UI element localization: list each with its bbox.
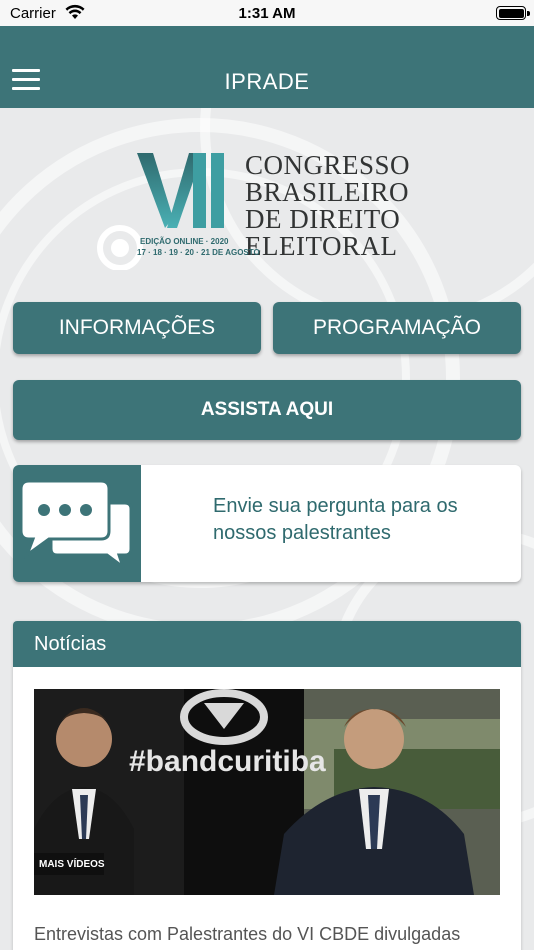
question-icon-container: [13, 465, 141, 582]
news-header: Notícias: [13, 621, 521, 667]
navigation-bar: IPRADE: [0, 26, 534, 108]
logo-edition: EDIÇÃO ONLINE · 2020: [140, 237, 229, 246]
chat-bubbles-icon: [19, 479, 133, 572]
ask-question-card[interactable]: Envie sua pergunta para os nossos palest…: [13, 465, 521, 582]
news-thumbnail[interactable]: #bandcuritiba MAIS VÍDEOS: [34, 689, 500, 895]
more-videos-badge: MAIS VÍDEOS: [39, 859, 105, 870]
program-button[interactable]: PROGRAMAÇÃO: [273, 302, 521, 354]
logo-title: CONGRESSO BRASILEIRO DE DIREITO ELEITORA…: [245, 152, 410, 260]
status-bar: Carrier 1:31 AM: [0, 0, 534, 26]
logo-line: DE DIREITO: [245, 204, 401, 234]
question-prompt: Envie sua pergunta para os nossos palest…: [213, 495, 458, 544]
logo-line: BRASILEIRO: [245, 177, 410, 207]
congress-logo: CONGRESSO BRASILEIRO DE DIREITO ELEITORA…: [95, 140, 415, 270]
news-item-title[interactable]: Entrevistas com Palestrantes do VI CBDE …: [34, 924, 460, 945]
clock: 1:31 AM: [238, 5, 296, 22]
battery-icon: [496, 6, 530, 20]
news-image-text: #bandcuritiba: [129, 745, 326, 778]
page-title: IPRADE: [224, 69, 310, 94]
news-section: Notícias #bandcuritiba MAIS VÍDEOS Entre…: [13, 621, 521, 950]
logo-dates: 17 · 18 · 19 · 20 · 21 DE AGOSTO: [137, 248, 260, 257]
info-button[interactable]: INFORMAÇÕES: [13, 302, 261, 354]
news-header-title: Notícias: [34, 633, 107, 655]
logo-line: CONGRESSO: [245, 150, 411, 180]
logo-line: ELEITORAL: [245, 231, 398, 261]
watch-button[interactable]: ASSISTA AQUI: [13, 380, 521, 440]
